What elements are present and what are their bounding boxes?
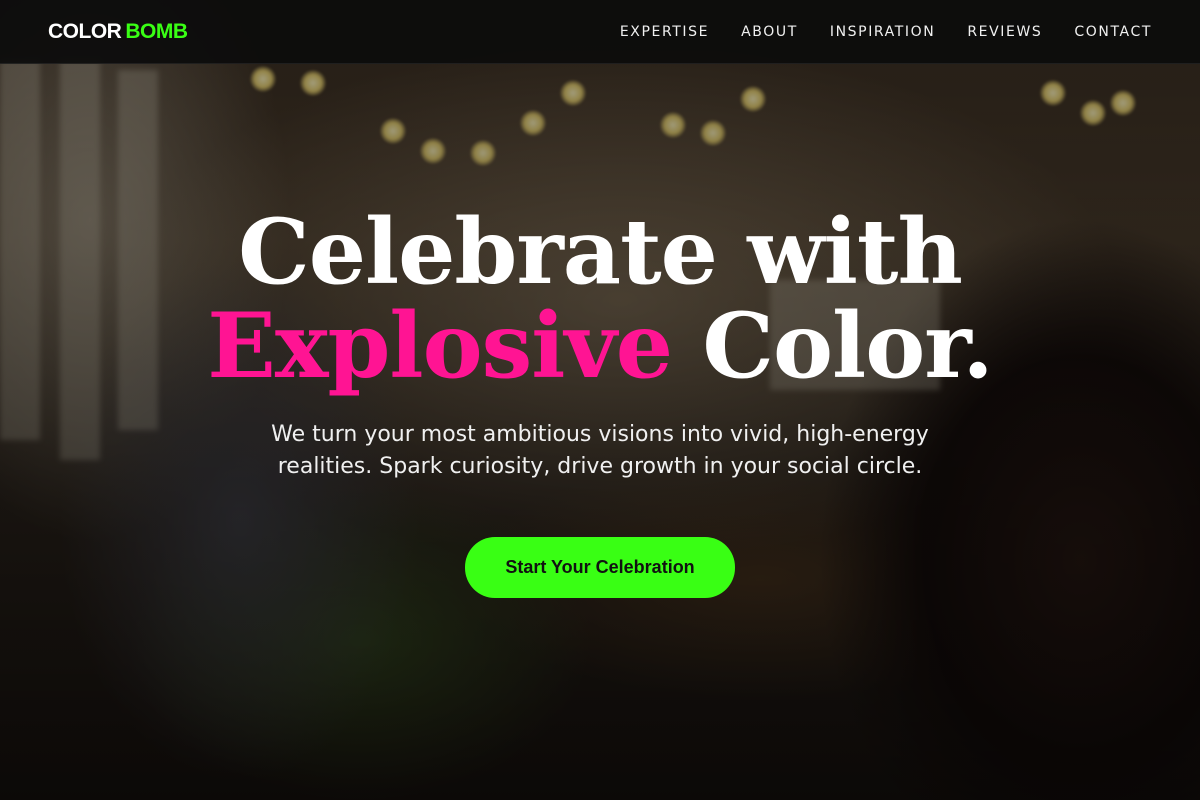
logo-text-bomb: BOMB <box>125 19 188 43</box>
headline-rest: Color. <box>672 293 993 399</box>
logo-text-color: COLOR <box>48 19 122 43</box>
headline-line-1: Celebrate with <box>238 199 963 305</box>
top-navbar: COLOR BOMB EXPERTISE ABOUT INSPIRATION RE… <box>0 0 1200 64</box>
hero-subtitle: We turn your most ambitious visions into… <box>271 422 929 479</box>
landing-page: COLOR BOMB EXPERTISE ABOUT INSPIRATION RE… <box>0 0 1200 800</box>
brand-logo[interactable]: COLOR BOMB <box>48 20 188 44</box>
nav-link-reviews[interactable]: REVIEWS <box>951 24 1058 40</box>
headline-highlight: Explosive <box>207 293 673 399</box>
start-celebration-button[interactable]: Start Your Celebration <box>465 537 735 598</box>
nav-link-contact[interactable]: CONTACT <box>1058 24 1152 40</box>
hero-headline: Celebrate with Explosive Color. <box>0 205 1200 393</box>
hero-section: Celebrate with Explosive Color. We turn … <box>0 205 1200 598</box>
nav-link-about[interactable]: ABOUT <box>725 24 814 40</box>
nav-link-inspiration[interactable]: INSPIRATION <box>814 24 951 40</box>
nav-link-expertise[interactable]: EXPERTISE <box>604 24 725 40</box>
nav-links: EXPERTISE ABOUT INSPIRATION REVIEWS CONT… <box>604 24 1152 40</box>
